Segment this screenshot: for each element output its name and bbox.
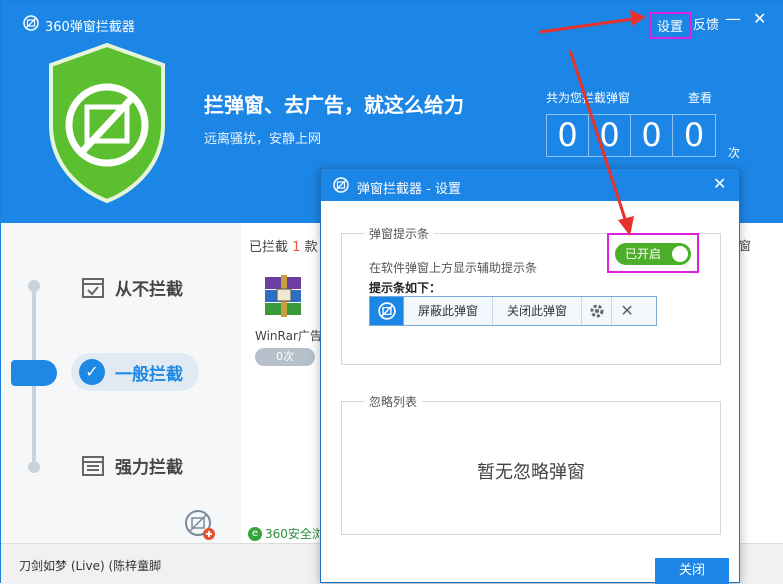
block-icon — [377, 302, 396, 320]
add-popup-icon[interactable] — [184, 509, 216, 541]
block-count-pill: 0次 — [255, 348, 315, 366]
slogan: 拦弹窗、去广告，就这么给力 — [204, 93, 464, 117]
prompt-bar-description: 在软件弹窗上方显示辅助提示条 — [369, 261, 538, 275]
blocked-count: 1 — [292, 240, 301, 255]
minimize-button[interactable]: — — [725, 9, 741, 28]
prompt-bar-toggle[interactable]: 已开启 — [615, 243, 691, 265]
song-title: 刀剑如梦 (Live) (陈梓童脚 — [19, 559, 162, 573]
empty-ignore-list: 暂无忽略弹窗 — [477, 462, 585, 483]
mode-normal[interactable]: ✓ 一般拦截 — [71, 353, 199, 391]
slider-stop[interactable] — [28, 280, 40, 292]
app-title: 360弹窗拦截器 — [45, 20, 135, 35]
blocked-summary: 已拦截 1 款 — [249, 236, 318, 255]
app-name: WinRar广告 — [255, 329, 322, 343]
dialog-close-icon[interactable]: ✕ — [713, 174, 726, 193]
mode-never[interactable]: 从不拦截 — [81, 275, 183, 300]
mode-normal-label: 一般拦截 — [115, 364, 183, 385]
mode-never-label: 从不拦截 — [115, 280, 183, 300]
counter-unit: 次 — [728, 146, 741, 160]
counter-digit: 0 — [631, 115, 673, 156]
subslogan: 远离骚扰，安静上网 — [204, 132, 322, 147]
toggle-highlight: 已开启 — [607, 233, 699, 273]
window-close-button[interactable]: ✕ — [753, 9, 766, 28]
shield-icon — [49, 42, 165, 204]
winrar-icon[interactable] — [261, 275, 307, 317]
browser-link[interactable]: e 360安全浏 — [248, 525, 324, 542]
counter-digit: 0 — [547, 115, 589, 156]
prompt-bar-preview: 屏蔽此弹窗 关闭此弹窗 ✕ — [369, 296, 657, 326]
group-legend: 弹窗提示条 — [364, 225, 435, 242]
block-popup-button[interactable]: 屏蔽此弹窗 — [404, 297, 494, 325]
gear-icon[interactable] — [582, 297, 613, 325]
browser-link-label: 360安全浏 — [265, 527, 324, 541]
blocked-counter: 0 0 0 0 — [546, 114, 716, 157]
view-link[interactable]: 查看 — [688, 89, 712, 106]
dialog-title: 弹窗拦截器 - 设置 — [357, 182, 461, 197]
window-check-icon — [82, 277, 104, 298]
mode-slider-handle[interactable] — [11, 360, 57, 386]
mode-panel: 从不拦截 ✓ 一般拦截 强力拦截 — [1, 223, 241, 543]
dialog-titlebar: 弹窗拦截器 - 设置 ✕ — [321, 169, 739, 201]
blocked-suffix: 款 — [304, 240, 318, 255]
titlebar: 360弹窗拦截器 设置 反馈 — ✕ — [1, 1, 783, 39]
toggle-knob — [672, 246, 688, 262]
check-icon: ✓ — [79, 359, 105, 385]
mode-strong[interactable]: 强力拦截 — [81, 453, 183, 478]
group-legend: 忽略列表 — [364, 393, 423, 410]
ignore-list-group: 忽略列表 暂无忽略弹窗 — [341, 393, 721, 535]
app-logo-icon — [333, 177, 349, 193]
feedback-button[interactable]: 反馈 — [687, 12, 725, 35]
counter-digit: 0 — [589, 115, 631, 156]
truncated-label: 窗 — [739, 239, 752, 253]
settings-dialog: 弹窗拦截器 - 设置 ✕ 弹窗提示条 在软件弹窗上方显示辅助提示条 提示条如下：… — [320, 168, 740, 584]
window-lines-icon — [82, 455, 104, 476]
settings-button[interactable]: 设置 — [649, 12, 692, 39]
slider-stop[interactable] — [28, 461, 40, 473]
blocked-prefix: 已拦截 — [249, 240, 289, 255]
close-button[interactable]: 关闭 — [655, 558, 729, 584]
toggle-label: 已开启 — [625, 247, 662, 261]
app-logo-icon — [23, 15, 39, 31]
prompt-bar-example-label: 提示条如下： — [369, 281, 442, 295]
total-blocked-label: 共为您拦截弹窗 — [546, 91, 631, 105]
bar-close-icon[interactable]: ✕ — [612, 297, 642, 325]
counter-digit: 0 — [683, 116, 705, 154]
close-popup-button[interactable]: 关闭此弹窗 — [493, 297, 583, 325]
browser-icon: e — [248, 526, 262, 541]
mode-strong-label: 强力拦截 — [115, 458, 183, 478]
prompt-bar-logo — [370, 297, 404, 325]
